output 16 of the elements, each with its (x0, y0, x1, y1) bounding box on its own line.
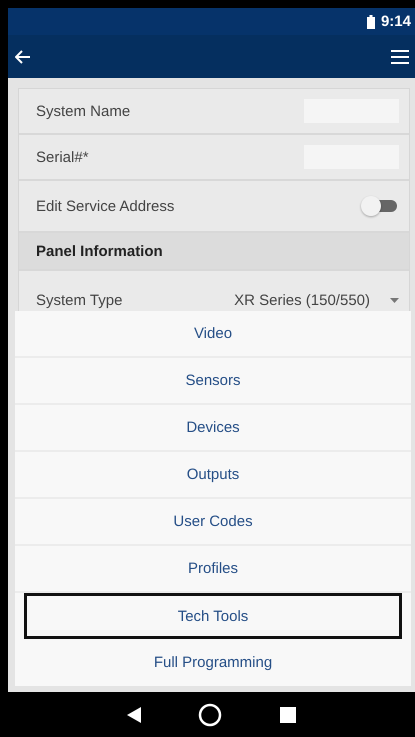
back-triangle-icon[interactable] (126, 706, 141, 722)
back-arrow-icon[interactable] (15, 50, 31, 64)
dropdown[interactable]: XR Series (150/550) (234, 292, 399, 309)
field-label: Edit Service Address (36, 198, 174, 214)
menu-item[interactable]: Tech Tools (24, 593, 402, 639)
home-circle-icon[interactable] (198, 702, 222, 726)
battery-icon (366, 14, 375, 28)
toggle-switch[interactable] (361, 195, 399, 217)
status-time: 9:14 (380, 13, 411, 30)
caret-icon (390, 298, 399, 303)
field-label: System Name (36, 102, 130, 120)
section-header: Panel Information (19, 233, 409, 271)
square-icon[interactable] (280, 706, 296, 722)
field-label: Serial#* (36, 148, 89, 166)
field-label: System Type (36, 292, 122, 309)
menu-icon[interactable] (391, 50, 409, 64)
